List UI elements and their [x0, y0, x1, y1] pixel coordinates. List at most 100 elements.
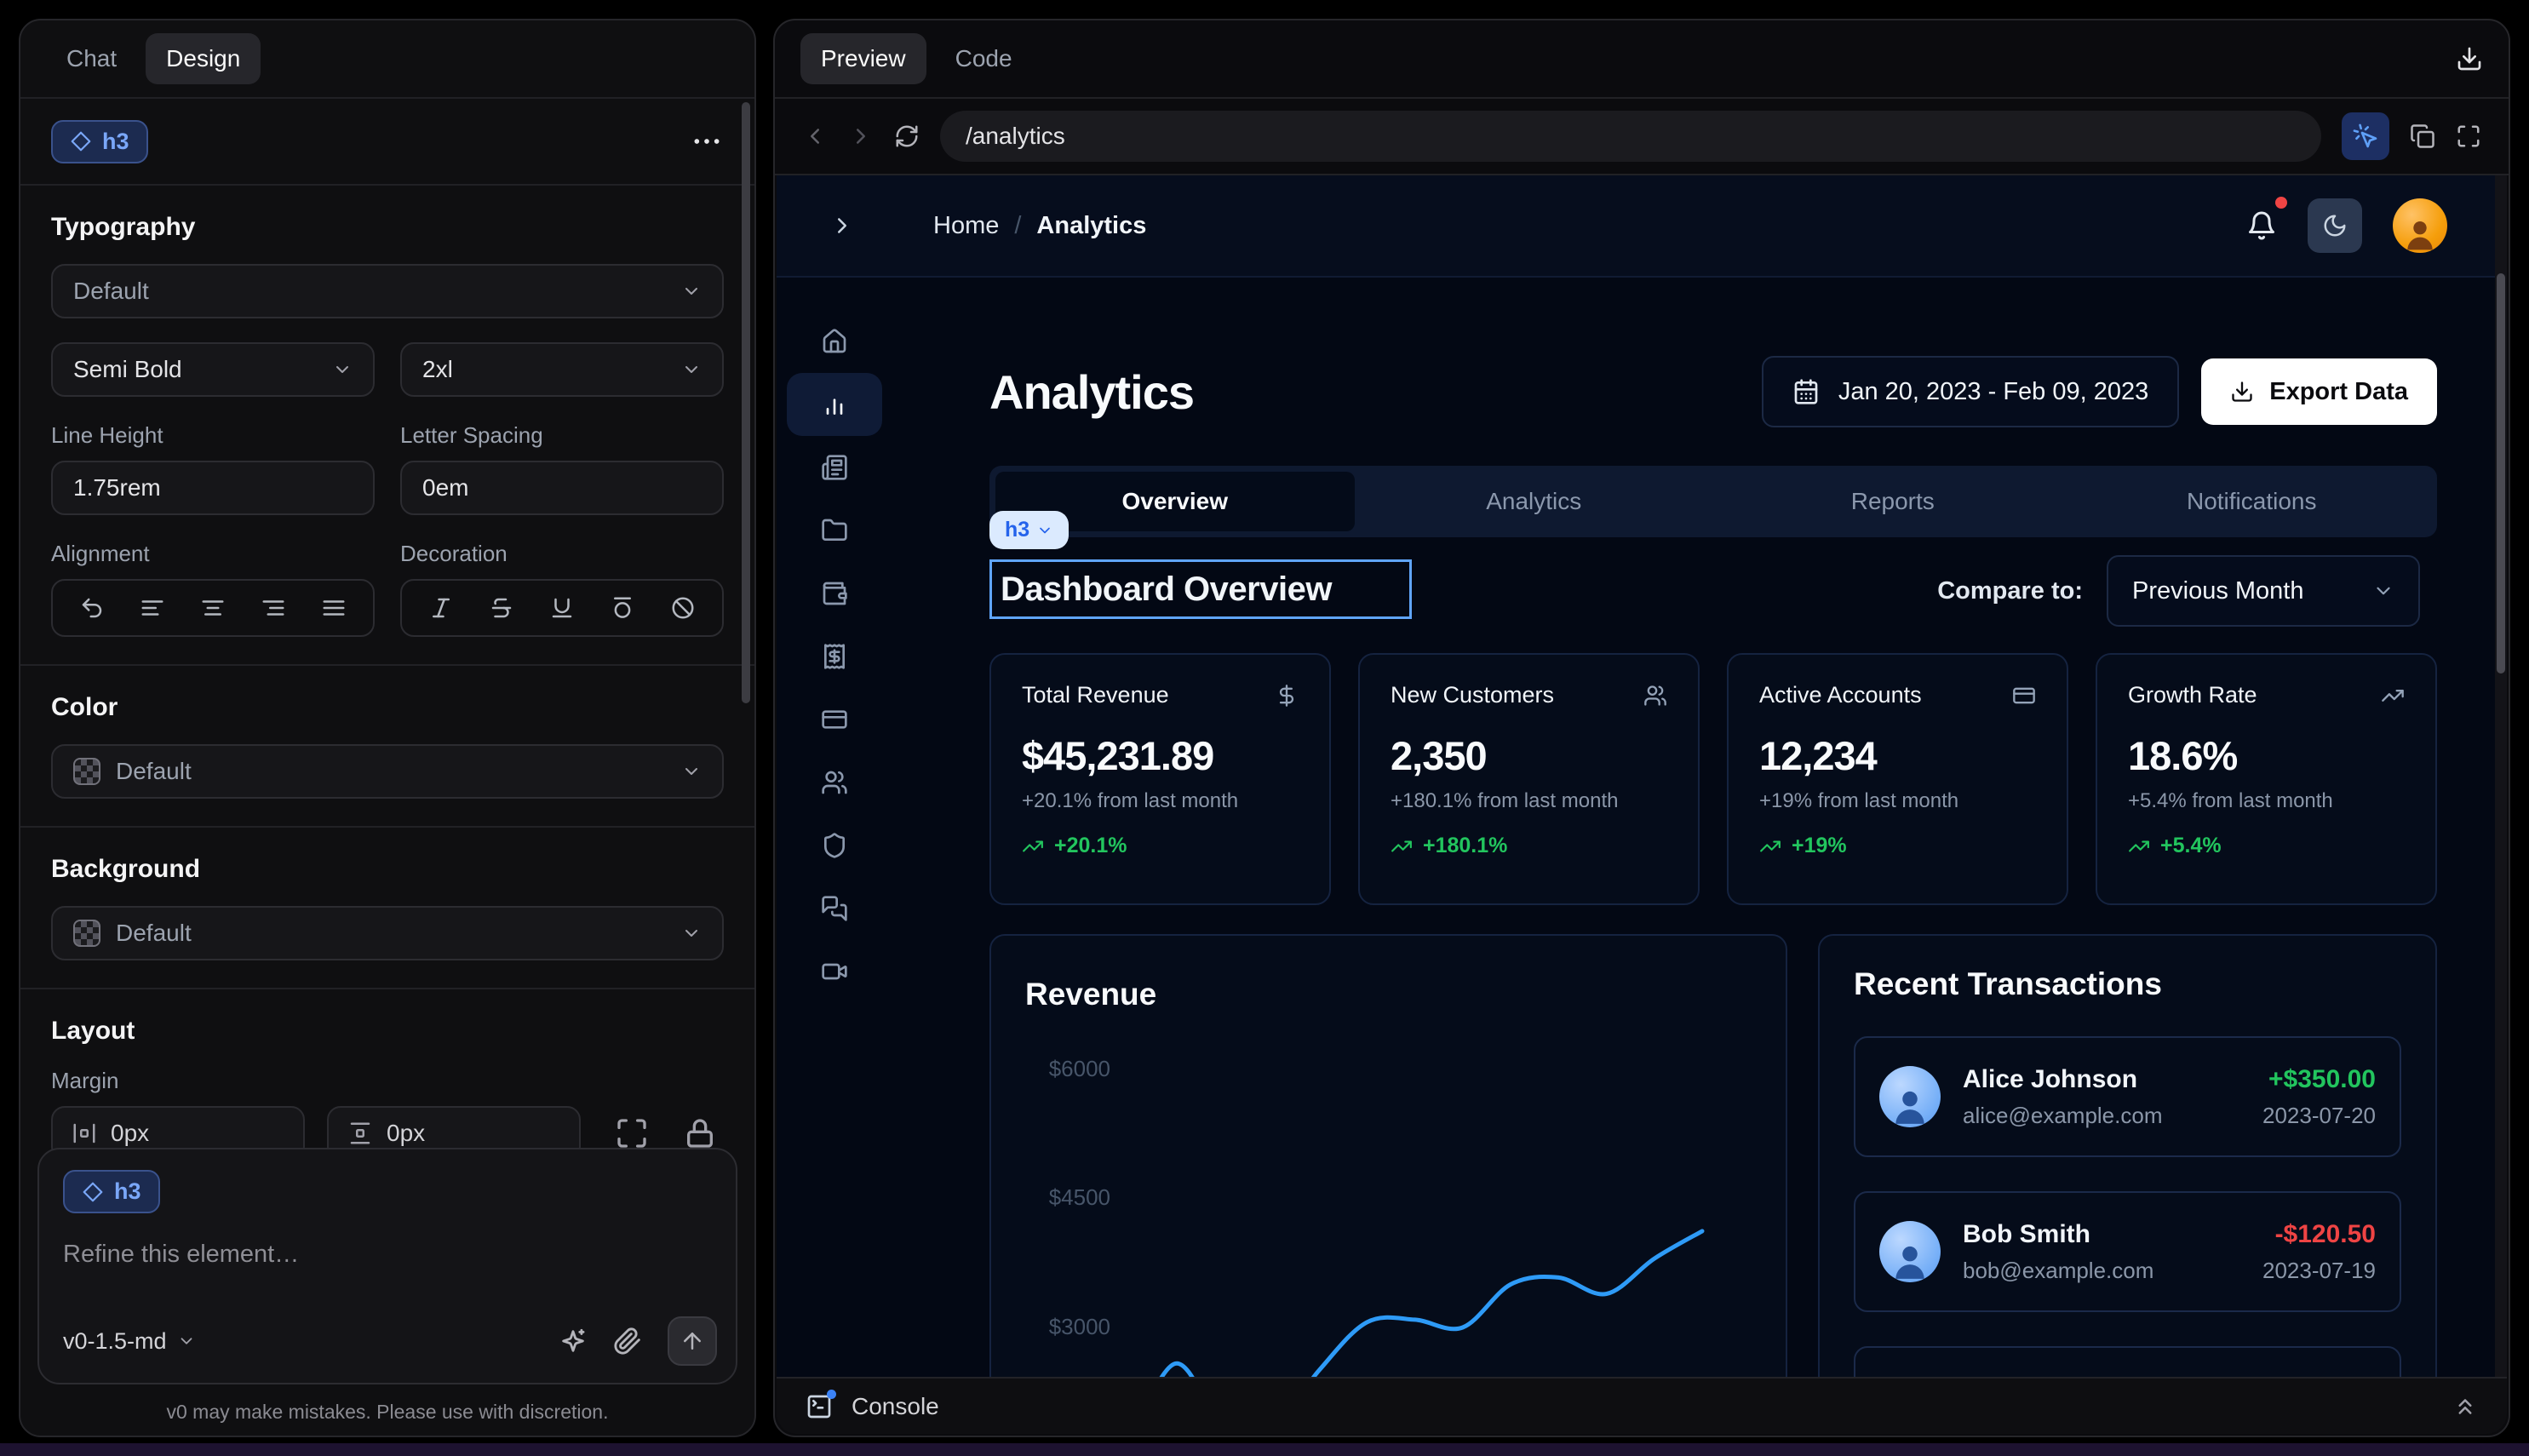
user-avatar[interactable]: [2393, 198, 2447, 253]
avatar: [1879, 1066, 1941, 1127]
stat-card-new-customers[interactable]: New Customers 2,350 +180.1% from last mo…: [1358, 653, 1700, 905]
model-select[interactable]: v0-1.5-md: [63, 1328, 196, 1355]
stat-card-growth-rate[interactable]: Growth Rate 18.6% +5.4% from last month …: [2096, 653, 2437, 905]
url-input[interactable]: /analytics: [940, 111, 2321, 162]
tab-chat[interactable]: Chat: [46, 33, 137, 84]
transaction-item[interactable]: Bob Smith bob@example.com -$120.50 2023-…: [1854, 1191, 2401, 1312]
preview-scrollbar-thumb[interactable]: [2497, 273, 2505, 674]
breadcrumb-home[interactable]: Home: [933, 212, 999, 240]
tab-design[interactable]: Design: [146, 33, 261, 84]
lock-margin-icon[interactable]: [683, 1116, 717, 1150]
compare-select[interactable]: Previous Month: [2107, 555, 2420, 627]
sidebar-item-security[interactable]: [787, 814, 882, 877]
element-menu-icon[interactable]: [690, 124, 724, 158]
margin-vertical-icon: [347, 1121, 373, 1146]
stat-card-active-accounts[interactable]: Active Accounts 12,234 +19% from last mo…: [1727, 653, 2068, 905]
revenue-line: [1127, 1231, 1702, 1379]
transaction-item[interactable]: Alice Johnson alice@example.com +$350.00…: [1854, 1036, 2401, 1157]
sidebar-item-files[interactable]: [787, 499, 882, 562]
align-right-icon[interactable]: [261, 595, 286, 621]
disclaimer-text: v0 may make mistakes. Please use with di…: [20, 1401, 754, 1424]
transaction-name: Alice Johnson: [1963, 1065, 2162, 1094]
composer-element-badge[interactable]: h3: [63, 1170, 160, 1213]
sidebar-item-analytics[interactable]: [787, 373, 882, 436]
background-select[interactable]: Default: [51, 906, 724, 960]
select-element-button[interactable]: [2342, 112, 2389, 160]
shield-icon: [821, 832, 848, 859]
align-center-icon[interactable]: [200, 595, 226, 621]
fullscreen-icon[interactable]: [2456, 123, 2481, 149]
sidebar-item-video[interactable]: [787, 940, 882, 1003]
theme-toggle-button[interactable]: [2308, 198, 2362, 253]
chevron-down-icon: [2372, 580, 2394, 602]
sidebar-item-messages[interactable]: [787, 877, 882, 940]
layout-section-title: Layout: [51, 1017, 724, 1046]
tab-reports[interactable]: Reports: [1713, 472, 2073, 531]
transaction-date: 2023-07-20: [2262, 1103, 2376, 1129]
transaction-name: Bob Smith: [1963, 1220, 2153, 1249]
no-decoration-icon[interactable]: [670, 595, 696, 621]
chevron-down-icon: [177, 1332, 196, 1350]
align-left-icon[interactable]: [140, 595, 165, 621]
color-select[interactable]: Default: [51, 744, 724, 799]
sidebar-item-news[interactable]: [787, 436, 882, 499]
preview-viewport: Home / Analytics: [777, 175, 2507, 1379]
align-justify-icon[interactable]: [321, 595, 347, 621]
arrow-up-icon: [680, 1328, 705, 1354]
selected-heading-outline[interactable]: Dashboard Overview: [989, 559, 1412, 619]
selection-tag-badge[interactable]: h3: [989, 511, 1069, 549]
back-icon[interactable]: [802, 123, 828, 149]
console-label: Console: [852, 1393, 939, 1420]
refine-input[interactable]: Refine this element…: [63, 1241, 712, 1269]
sidebar-item-wallet[interactable]: [787, 562, 882, 625]
line-height-input[interactable]: 1.75rem: [51, 461, 375, 515]
element-diamond-icon: [82, 1181, 104, 1203]
refresh-icon[interactable]: [894, 123, 920, 149]
tab-preview[interactable]: Preview: [800, 33, 926, 84]
left-panel-scrollbar[interactable]: [742, 102, 750, 703]
sidebar-item-receipts[interactable]: [787, 625, 882, 688]
letter-spacing-input[interactable]: 0em: [400, 461, 724, 515]
strikethrough-icon[interactable]: [489, 595, 514, 621]
sidebar-item-home[interactable]: [787, 310, 882, 373]
console-bar[interactable]: Console: [777, 1377, 2507, 1434]
color-section-title: Color: [51, 693, 724, 722]
copy-icon[interactable]: [2410, 123, 2435, 149]
receipt-icon: [821, 643, 848, 670]
font-weight-select[interactable]: Semi Bold: [51, 342, 375, 397]
bar-chart-icon: [821, 391, 848, 418]
enhance-prompt-icon[interactable]: [559, 1327, 588, 1356]
send-button[interactable]: [668, 1316, 717, 1366]
selected-element-badge[interactable]: h3: [51, 120, 148, 163]
export-data-button[interactable]: Export Data: [2201, 358, 2437, 425]
font-weight-value: Semi Bold: [73, 356, 182, 383]
transaction-email: bob@example.com: [1963, 1258, 2153, 1284]
notifications-button[interactable]: [2246, 210, 2277, 241]
selection-tag-label: h3: [1005, 518, 1029, 542]
tab-notifications[interactable]: Notifications: [2073, 472, 2432, 531]
download-icon[interactable]: [2456, 45, 2483, 72]
stat-card-total-revenue[interactable]: Total Revenue $45,231.89 +20.1% from las…: [989, 653, 1331, 905]
sidebar-item-users[interactable]: [787, 751, 882, 814]
transaction-item-partial[interactable]: [1854, 1346, 2401, 1379]
sidebar-expand-icon[interactable]: [829, 213, 855, 238]
undo-icon[interactable]: [79, 595, 105, 621]
stat-value: $45,231.89: [1022, 732, 1299, 779]
italic-icon[interactable]: [428, 595, 454, 621]
date-range-button[interactable]: Jan 20, 2023 - Feb 09, 2023: [1762, 356, 2179, 427]
transactions-title: Recent Transactions: [1854, 966, 2401, 1002]
preview-scrollbar[interactable]: [2495, 175, 2507, 1379]
video-icon: [821, 958, 848, 985]
overline-icon[interactable]: [610, 595, 635, 621]
tab-analytics[interactable]: Analytics: [1355, 472, 1714, 531]
attach-file-icon[interactable]: [613, 1327, 642, 1356]
tab-code[interactable]: Code: [935, 33, 1033, 84]
sidebar-item-cards[interactable]: [787, 688, 882, 751]
font-family-select[interactable]: Default: [51, 264, 724, 318]
chevrons-up-icon[interactable]: [2452, 1394, 2478, 1419]
expand-sides-icon[interactable]: [615, 1116, 649, 1150]
underline-icon[interactable]: [549, 595, 575, 621]
font-size-select[interactable]: 2xl: [400, 342, 724, 397]
forward-icon[interactable]: [848, 123, 874, 149]
compare-label: Compare to:: [1937, 577, 2083, 605]
